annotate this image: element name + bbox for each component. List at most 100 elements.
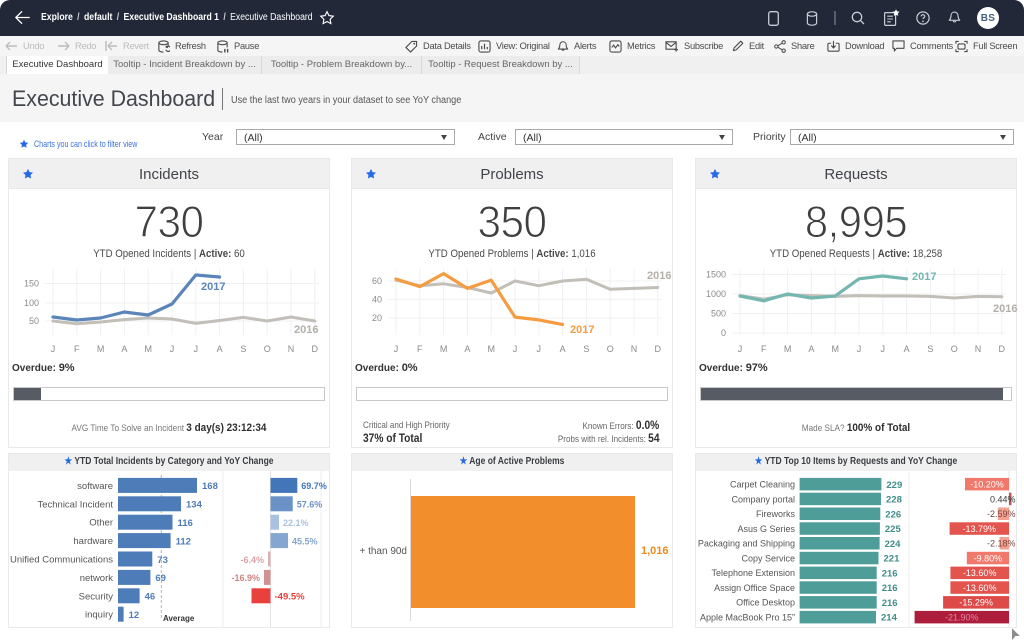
svg-text:214: 214 bbox=[881, 613, 898, 624]
svg-text:M: M bbox=[831, 344, 839, 354]
svg-text:Packaging and Shipping: Packaging and Shipping bbox=[698, 539, 795, 549]
svg-text:network: network bbox=[80, 573, 114, 584]
svg-text:-10.20%: -10.20% bbox=[970, 480, 1004, 490]
svg-text:226: 226 bbox=[885, 509, 901, 520]
svg-text:Telephone Extension: Telephone Extension bbox=[711, 568, 795, 578]
svg-text:1500: 1500 bbox=[706, 270, 726, 280]
svg-text:134: 134 bbox=[186, 500, 203, 511]
svg-text:0.44%: 0.44% bbox=[990, 494, 1016, 504]
svg-text:60: 60 bbox=[372, 276, 382, 286]
svg-text:hardware: hardware bbox=[73, 536, 113, 547]
svg-text:2017: 2017 bbox=[201, 281, 225, 293]
svg-text:M: M bbox=[487, 344, 495, 354]
svg-text:168: 168 bbox=[202, 481, 218, 492]
svg-text:1000: 1000 bbox=[706, 289, 726, 299]
svg-text:N: N bbox=[975, 344, 982, 354]
svg-text:J: J bbox=[857, 344, 862, 354]
svg-text:69.7%: 69.7% bbox=[301, 481, 327, 491]
svg-text:Unified Communications: Unified Communications bbox=[10, 555, 113, 566]
svg-text:F: F bbox=[74, 344, 80, 354]
svg-text:N: N bbox=[288, 344, 295, 354]
svg-text:Other: Other bbox=[89, 518, 113, 529]
svg-text:Apple MacBook Pro 15”: Apple MacBook Pro 15” bbox=[700, 612, 795, 622]
svg-text:-13.79%: -13.79% bbox=[963, 524, 997, 534]
svg-text:O: O bbox=[607, 344, 614, 354]
svg-text:-15.29%: -15.29% bbox=[959, 598, 993, 608]
svg-text:46: 46 bbox=[145, 592, 156, 603]
svg-text:J: J bbox=[738, 344, 743, 354]
svg-text:2016: 2016 bbox=[294, 324, 318, 336]
svg-text:216: 216 bbox=[882, 568, 898, 579]
svg-text:57.6%: 57.6% bbox=[297, 500, 323, 510]
svg-text:J: J bbox=[394, 344, 399, 354]
svg-text:69: 69 bbox=[155, 573, 166, 584]
svg-text:Asus G Series: Asus G Series bbox=[737, 524, 795, 534]
svg-text:Office Desktop: Office Desktop bbox=[736, 598, 795, 608]
svg-text:-2.59%: -2.59% bbox=[987, 509, 1016, 519]
svg-text:O: O bbox=[264, 344, 271, 354]
svg-text:O: O bbox=[951, 344, 958, 354]
svg-text:inquiry: inquiry bbox=[85, 610, 113, 621]
svg-text:J: J bbox=[537, 344, 542, 354]
svg-text:F: F bbox=[761, 344, 767, 354]
svg-text:2017: 2017 bbox=[570, 324, 594, 336]
svg-text:-16.9%: -16.9% bbox=[231, 573, 260, 583]
svg-text:Copy Service: Copy Service bbox=[741, 553, 795, 563]
svg-text:Company portal: Company portal bbox=[731, 494, 795, 504]
svg-text:S: S bbox=[240, 344, 246, 354]
svg-text:A: A bbox=[121, 344, 127, 354]
svg-text:Assign Office Space: Assign Office Space bbox=[714, 583, 795, 593]
svg-text:116: 116 bbox=[178, 518, 193, 529]
svg-text:50: 50 bbox=[29, 316, 39, 326]
svg-text:A: A bbox=[464, 344, 470, 354]
svg-text:216: 216 bbox=[882, 598, 898, 609]
svg-text:22.1%: 22.1% bbox=[283, 518, 309, 528]
svg-text:S: S bbox=[583, 344, 589, 354]
svg-text:Fireworks: Fireworks bbox=[756, 509, 796, 519]
svg-text:A: A bbox=[904, 344, 910, 354]
svg-text:224: 224 bbox=[885, 539, 902, 550]
svg-text:J: J bbox=[170, 344, 175, 354]
svg-text:D: D bbox=[312, 344, 319, 354]
svg-text:-49.5%: -49.5% bbox=[275, 592, 306, 603]
svg-text:M: M bbox=[144, 344, 152, 354]
svg-text:73: 73 bbox=[157, 555, 168, 566]
svg-text:J: J bbox=[194, 344, 199, 354]
svg-text:D: D bbox=[655, 344, 662, 354]
svg-text:-13.60%: -13.60% bbox=[963, 583, 997, 593]
svg-text:-6.4%: -6.4% bbox=[240, 555, 264, 565]
svg-text:500: 500 bbox=[711, 309, 726, 319]
svg-text:228: 228 bbox=[886, 495, 902, 506]
svg-text:S: S bbox=[927, 344, 933, 354]
svg-text:-2.18%: -2.18% bbox=[987, 539, 1016, 549]
svg-text:software: software bbox=[77, 481, 113, 492]
svg-text:A: A bbox=[217, 344, 223, 354]
svg-text:J: J bbox=[51, 344, 56, 354]
svg-text:Security: Security bbox=[79, 591, 114, 602]
svg-text:40: 40 bbox=[372, 294, 382, 304]
svg-text:20: 20 bbox=[372, 313, 382, 323]
svg-text:Technical Incident: Technical Incident bbox=[37, 499, 113, 510]
svg-text:M: M bbox=[440, 344, 448, 354]
svg-text:225: 225 bbox=[885, 524, 902, 535]
svg-text:112: 112 bbox=[176, 536, 191, 547]
svg-text:2016: 2016 bbox=[993, 303, 1017, 315]
svg-text:1,016: 1,016 bbox=[641, 545, 669, 557]
svg-text:D: D bbox=[999, 344, 1006, 354]
svg-text:Average: Average bbox=[163, 614, 195, 623]
svg-text:100: 100 bbox=[24, 298, 39, 308]
svg-text:45.5%: 45.5% bbox=[292, 536, 318, 546]
svg-text:M: M bbox=[97, 344, 105, 354]
svg-text:F: F bbox=[417, 344, 423, 354]
svg-text:J: J bbox=[881, 344, 886, 354]
svg-text:150: 150 bbox=[24, 279, 39, 289]
svg-text:221: 221 bbox=[884, 554, 901, 565]
svg-text:A: A bbox=[808, 344, 814, 354]
svg-text:-21.90%: -21.90% bbox=[945, 612, 979, 622]
svg-text:-9.80%: -9.80% bbox=[974, 553, 1003, 563]
svg-text:J: J bbox=[513, 344, 518, 354]
svg-text:0: 0 bbox=[721, 328, 726, 338]
svg-text:2017: 2017 bbox=[912, 271, 936, 283]
svg-text:216: 216 bbox=[882, 583, 898, 594]
svg-text:12: 12 bbox=[129, 610, 140, 621]
